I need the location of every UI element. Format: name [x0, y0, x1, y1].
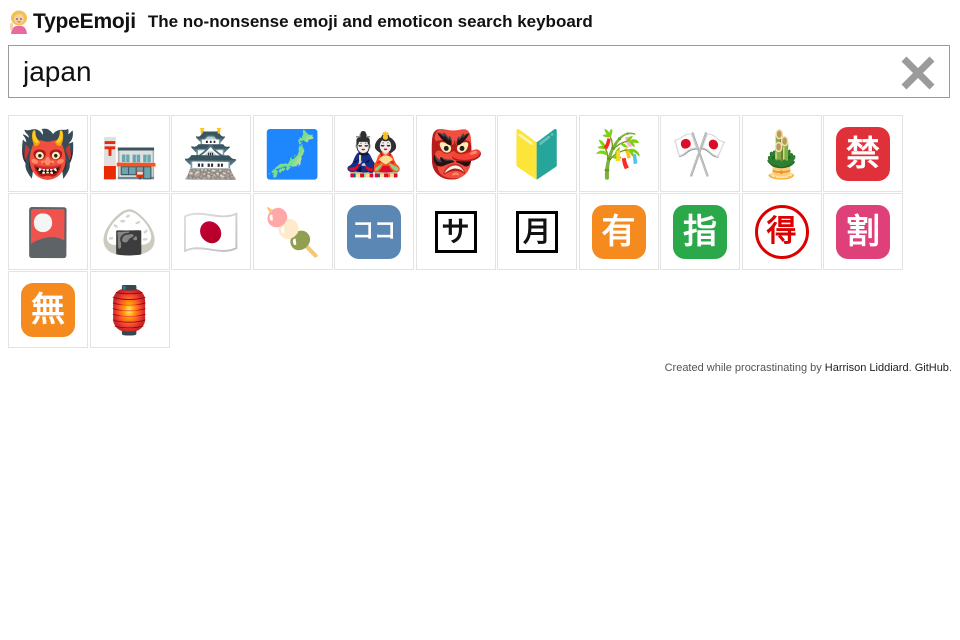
footer: Created while procrastinating by Harriso… [665, 362, 952, 374]
emoji-cell-japanese-symbol-for-beginner[interactable]: 🔰 [497, 115, 577, 192]
not-free-of-charge-button-icon: 有 [591, 204, 646, 259]
emoji-cell-service-charge-button[interactable]: サ [415, 193, 496, 270]
emoji-cell-not-free-of-charge-button[interactable]: 有 [578, 193, 659, 270]
emoji-cell-pine-decoration[interactable]: 🎍 [741, 115, 822, 192]
dango-icon: 🍡 [263, 204, 322, 259]
emoji-cell-reserved-button[interactable]: 指 [660, 193, 740, 270]
emoji-cell-crossed-flags[interactable]: 🎌 [660, 115, 740, 192]
rice-ball-icon: 🍙 [100, 204, 159, 259]
emoji-cell-tanabata-tree[interactable]: 🎋 [578, 115, 659, 192]
flag-japan-icon: 🇯🇵 [182, 204, 240, 259]
emoji-cell-silhouette-of-japan[interactable]: 🗾 [252, 115, 333, 192]
footer-suffix: . [948, 362, 952, 374]
author-link[interactable]: Harrison Liddiard [825, 362, 909, 374]
here-button-icon: ココ [347, 204, 401, 259]
japanese-castle-icon: 🏯 [182, 126, 240, 181]
emoji-cell-rice-ball[interactable]: 🍙 [89, 193, 170, 270]
crossed-flags-icon: 🎌 [671, 126, 729, 181]
clear-search-icon[interactable] [899, 54, 937, 92]
emoji-cell-japanese-goblin[interactable]: 👺 [415, 115, 496, 192]
discount-button-icon: 割 [836, 204, 890, 259]
free-of-charge-button-icon: 無 [21, 282, 75, 337]
emoji-cell-japanese-castle[interactable]: 🏯 [171, 115, 251, 192]
emoji-cell-japanese-dolls[interactable]: 🎎 [334, 115, 414, 192]
monthly-amount-button-icon: 月 [516, 210, 558, 253]
japanese-post-office-icon: 🏣 [100, 126, 159, 181]
japanese-goblin-icon: 👺 [426, 126, 485, 181]
footer-prefix: Created while procrastinating by [664, 362, 825, 374]
emoji-cell-prohibited-button[interactable]: 禁 [823, 115, 903, 192]
japanese-symbol-for-beginner-icon: 🔰 [508, 126, 566, 181]
emoji-cell-dango[interactable]: 🍡 [252, 193, 333, 270]
flower-playing-cards-icon: 🎴 [19, 204, 77, 259]
tagline: The no-nonsense emoji and emoticon searc… [147, 12, 593, 31]
emoji-cell-flag-japan[interactable]: 🇯🇵 [171, 193, 251, 270]
emoji-cell-red-paper-lantern[interactable]: 🏮 [89, 271, 170, 348]
tanabata-tree-icon: 🎋 [589, 126, 648, 181]
service-charge-button-icon: サ [434, 210, 477, 253]
prohibited-button-icon: 禁 [836, 126, 890, 181]
reserved-button-icon: 指 [673, 204, 727, 259]
emoji-cell-discount-button[interactable]: 割 [823, 193, 903, 270]
emoji-cell-free-of-charge-button[interactable]: 無 [8, 271, 88, 348]
search-input[interactable] [23, 52, 883, 92]
header: TypeEmoji The no-nonsense emoji and emot… [8, 8, 593, 36]
silhouette-of-japan-icon: 🗾 [263, 126, 322, 181]
brand-name[interactable]: TypeEmoji [33, 10, 136, 34]
bargain-button-icon: 得 [754, 204, 809, 259]
emoji-cell-here-button[interactable]: ココ [334, 193, 414, 270]
japanese-ogre-icon: 👹 [19, 126, 77, 181]
emoji-cell-monthly-amount-button[interactable]: 月 [497, 193, 577, 270]
red-paper-lantern-icon: 🏮 [100, 282, 159, 337]
emoji-cell-bargain-button[interactable]: 得 [741, 193, 822, 270]
emoji-cell-flower-playing-cards[interactable]: 🎴 [8, 193, 88, 270]
pine-decoration-icon: 🎍 [752, 126, 811, 181]
emoji-cell-japanese-ogre[interactable]: 👹 [8, 115, 88, 192]
emoji-cell-japanese-post-office[interactable]: 🏣 [89, 115, 170, 192]
person-raising-hand-icon [8, 10, 30, 34]
github-link[interactable]: GitHub [915, 362, 949, 374]
japanese-dolls-icon: 🎎 [345, 126, 403, 181]
search-box [8, 45, 950, 98]
